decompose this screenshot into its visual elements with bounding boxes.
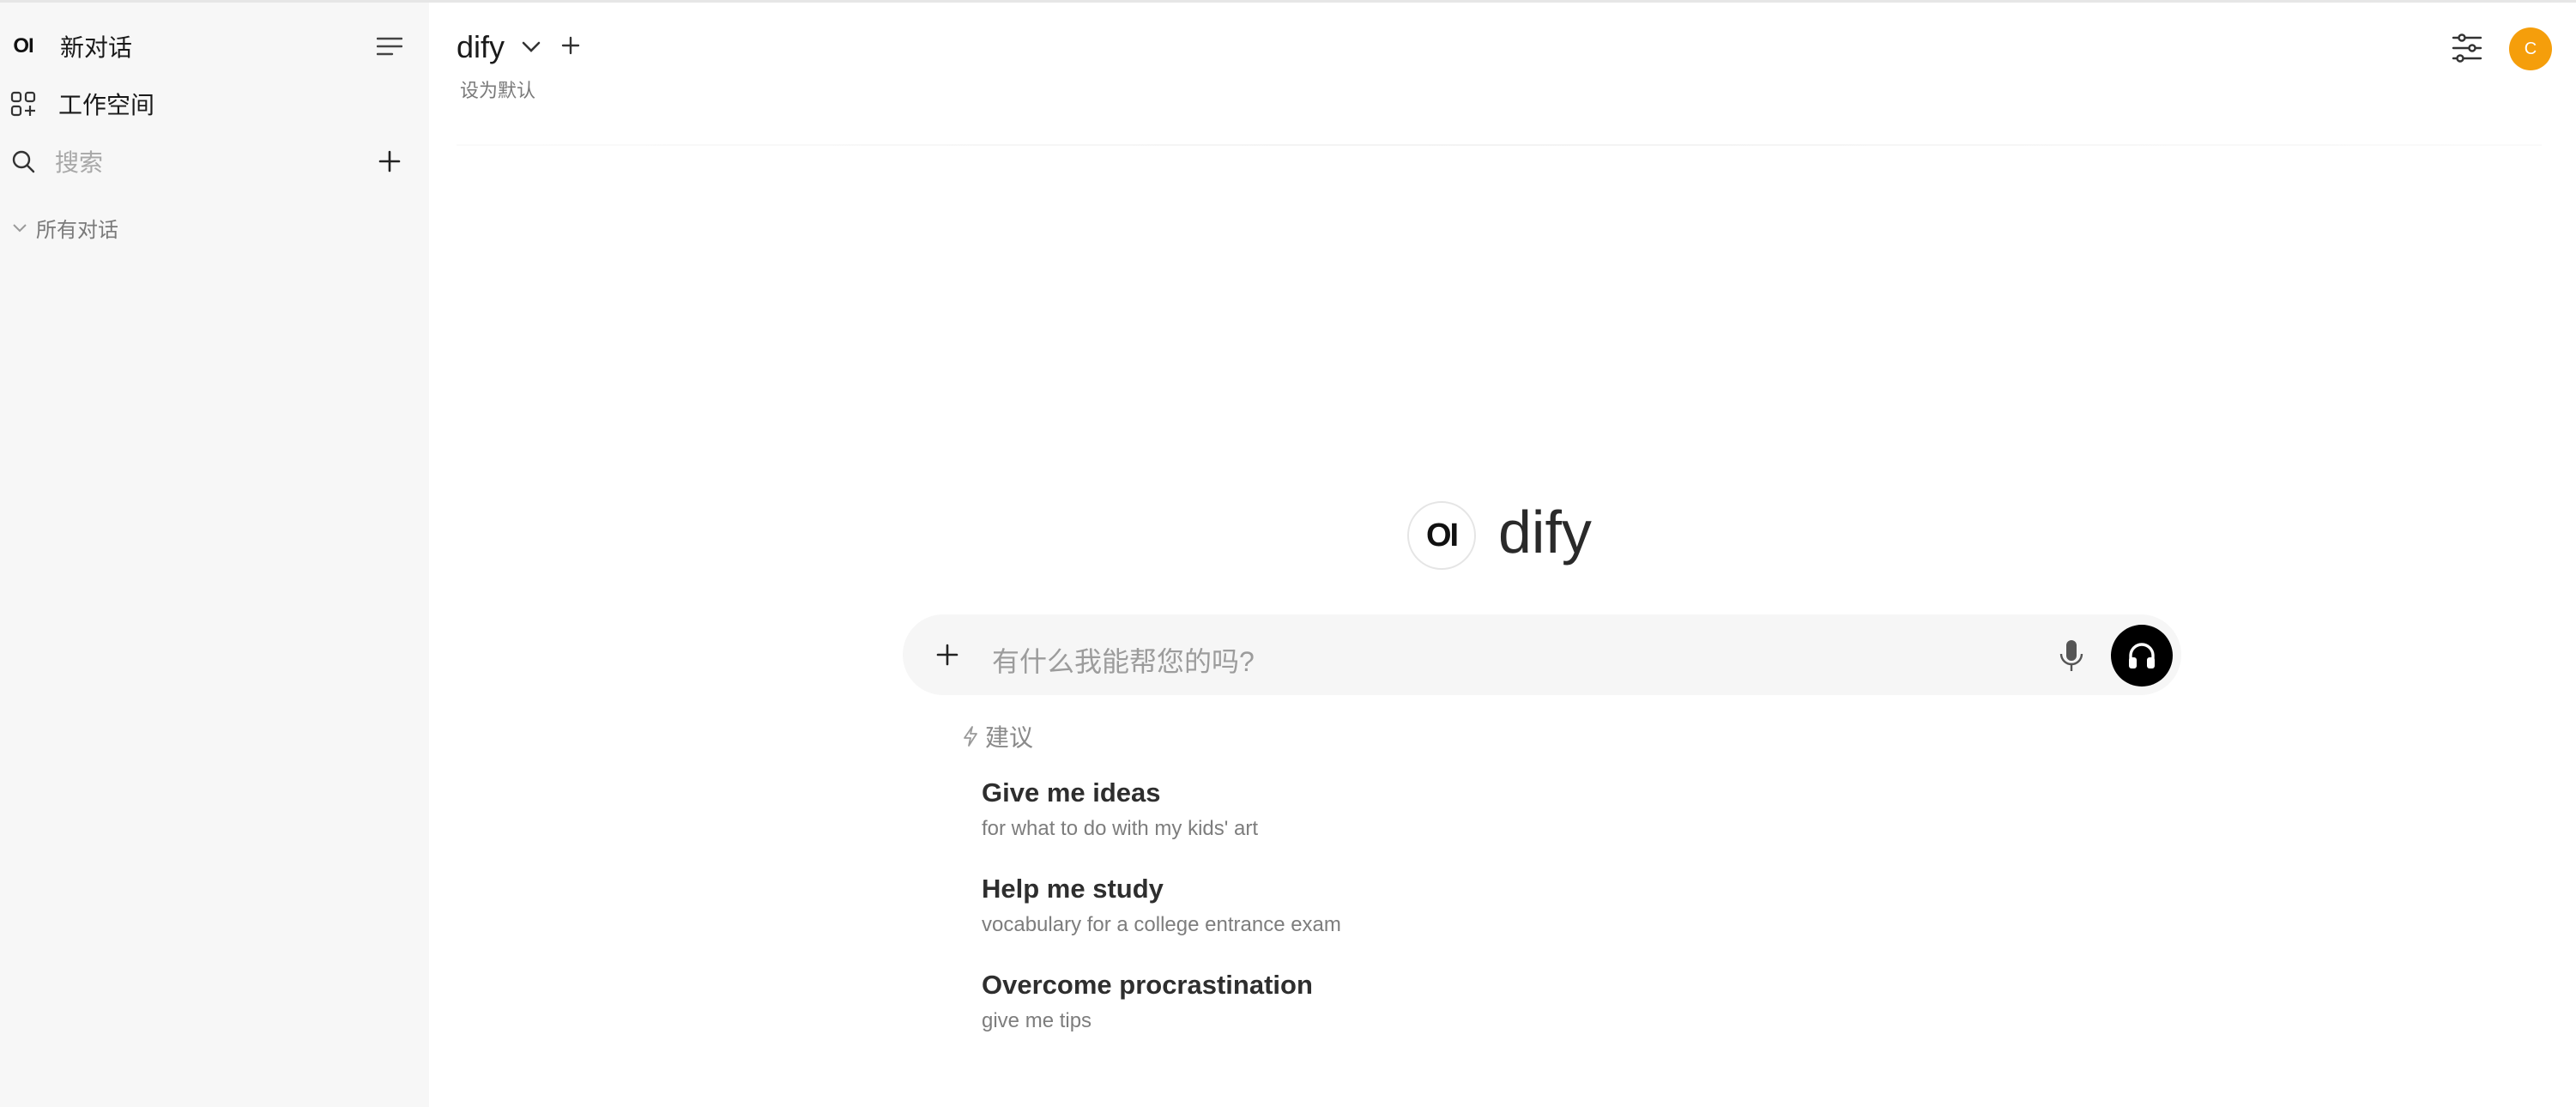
suggestion-subtitle: give me tips — [982, 1009, 1092, 1032]
suggestion-item[interactable]: Give me ideas for what to do with my kid… — [982, 777, 1258, 841]
voice-mode-button[interactable] — [2111, 625, 2173, 687]
suggestion-item[interactable]: Help me study vocabulary for a college e… — [982, 874, 1341, 937]
chat-group-label: 所有对话 — [36, 219, 118, 242]
model-selector[interactable]: dify — [457, 29, 505, 65]
suggestion-title: Give me ideas — [982, 777, 1161, 808]
suggestions-label: 建议 — [985, 724, 1034, 751]
suggestion-subtitle: for what to do with my kids' art — [982, 817, 1259, 840]
settings-sliders-icon[interactable] — [2451, 33, 2483, 64]
lightning-icon — [964, 726, 977, 747]
app-logo-icon: OI — [13, 34, 33, 57]
suggestion-item[interactable]: Overcome procrastination give me tips — [982, 970, 1313, 1033]
user-avatar[interactable]: C — [2509, 27, 2552, 70]
chat-group-toggle[interactable]: 所有对话 — [12, 213, 118, 243]
new-chat-button[interactable]: OI 新对话 — [0, 21, 429, 72]
model-logo-icon: OI — [1407, 501, 1476, 570]
headphones-icon — [2129, 643, 2155, 668]
model-title: dify — [1498, 499, 1592, 566]
suggestions-header: 建议 — [961, 719, 1033, 753]
add-folder-icon[interactable] — [374, 146, 405, 177]
chat-input-box: 有什么我能帮您的吗? — [903, 614, 2181, 695]
add-model-icon[interactable] — [559, 34, 582, 57]
suggestion-subtitle: vocabulary for a college entrance exam — [982, 913, 1341, 936]
message-input[interactable]: 有什么我能帮您的吗? — [992, 640, 1255, 680]
sidebar-item-workspace[interactable]: 工作空间 — [0, 78, 429, 130]
app-root: OI 新对话 工作空间 搜索 所有对话 dify 设为默认 C OI dify … — [0, 0, 2576, 1107]
search-row[interactable]: 搜索 — [0, 136, 429, 187]
microphone-icon[interactable] — [2057, 638, 2086, 673]
chevron-down-icon — [13, 223, 27, 232]
sidebar: OI 新对话 工作空间 搜索 所有对话 — [0, 3, 429, 1107]
new-chat-label: 新对话 — [60, 34, 133, 61]
search-icon — [10, 148, 36, 174]
chevron-down-icon[interactable] — [520, 38, 542, 57]
sidebar-toggle-icon[interactable] — [374, 31, 405, 62]
workspace-icon — [10, 91, 36, 117]
workspace-label: 工作空间 — [58, 92, 155, 118]
suggestion-title: Overcome procrastination — [982, 970, 1313, 1000]
header-divider — [457, 144, 2542, 146]
suggestion-title: Help me study — [982, 874, 1164, 904]
search-input[interactable]: 搜索 — [55, 144, 103, 178]
set-default-link[interactable]: 设为默认 — [460, 76, 535, 103]
attach-plus-icon[interactable] — [934, 641, 961, 668]
